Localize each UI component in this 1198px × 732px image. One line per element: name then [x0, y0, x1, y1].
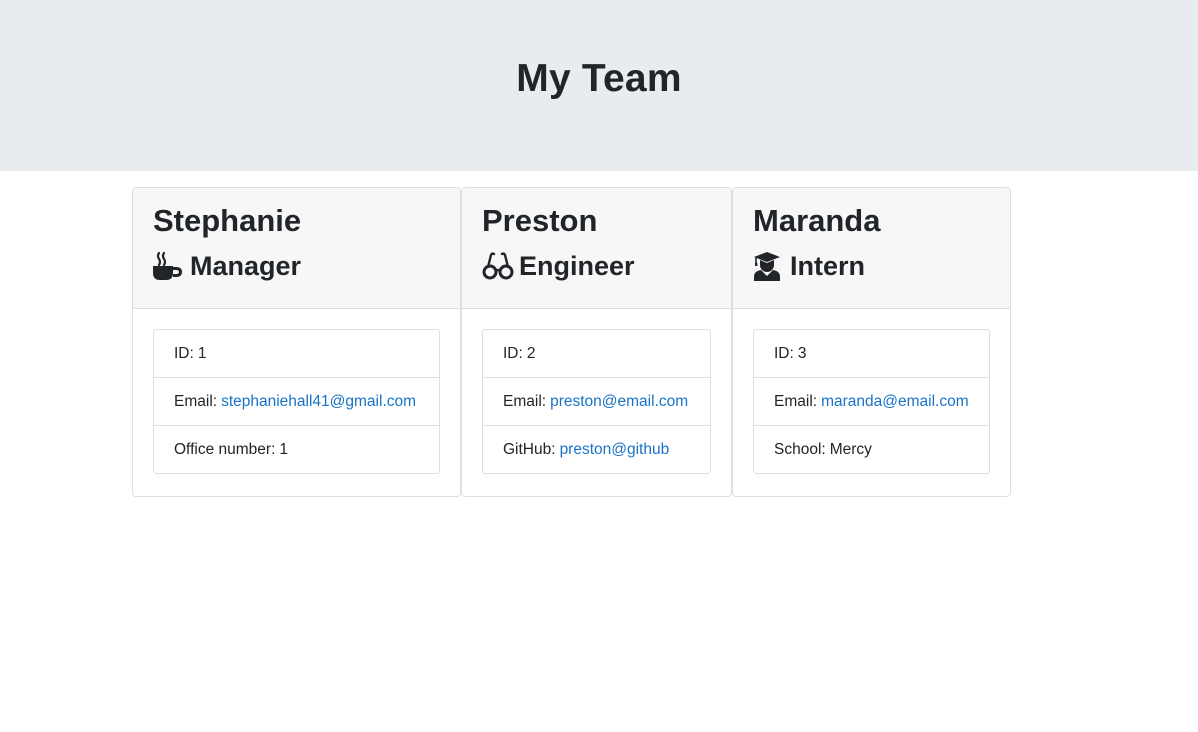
page-header: My Team	[0, 0, 1198, 171]
employee-email: Email: maranda@email.com	[754, 378, 989, 426]
employee-email: Email: preston@email.com	[483, 378, 710, 426]
github-link[interactable]: preston@github	[560, 441, 670, 459]
employee-role-label: Engineer	[519, 251, 635, 281]
employee-card-intern: Maranda Intern ID: 3 Email: maranda@emai…	[732, 187, 1011, 497]
employee-role: Manager	[153, 250, 440, 282]
employee-id: ID: 1	[154, 330, 439, 378]
employee-role: Intern	[753, 250, 990, 282]
employee-details: ID: 1 Email: stephaniehall41@gmail.com O…	[153, 329, 440, 474]
card-header: Stephanie Manager	[133, 188, 460, 309]
email-link[interactable]: stephaniehall41@gmail.com	[221, 393, 416, 411]
office-number-label: Office number:	[174, 440, 276, 458]
school-value: Mercy	[829, 440, 872, 458]
id-value: 2	[526, 344, 536, 362]
employee-details: ID: 2 Email: preston@email.com GitHub: p…	[482, 329, 711, 474]
employee-role-label: Manager	[190, 251, 302, 281]
id-value: 1	[197, 344, 207, 362]
employee-office-number: Office number: 1	[154, 426, 439, 473]
employee-details: ID: 3 Email: maranda@email.com School: M…	[753, 329, 990, 474]
card-body: ID: 3 Email: maranda@email.com School: M…	[733, 309, 1010, 494]
email-link[interactable]: maranda@email.com	[821, 393, 969, 411]
team-cards: Stephanie Manager ID: 1 Email: stephanie…	[0, 171, 1198, 732]
employee-role-label: Intern	[790, 251, 866, 281]
employee-github: GitHub: preston@github	[483, 426, 710, 473]
email-label: Email:	[174, 392, 218, 410]
employee-card-manager: Stephanie Manager ID: 1 Email: stephanie…	[132, 187, 461, 497]
card-body: ID: 1 Email: stephaniehall41@gmail.com O…	[133, 309, 460, 494]
id-label: ID:	[503, 344, 523, 362]
employee-name: Preston	[482, 203, 598, 238]
card-header: Preston Engineer	[462, 188, 731, 309]
coffee-icon	[153, 250, 185, 282]
employee-name: Maranda	[753, 203, 881, 238]
employee-id: ID: 3	[754, 330, 989, 378]
school-label: School:	[774, 440, 826, 458]
page-title: My Team	[516, 56, 682, 100]
github-label: GitHub:	[503, 440, 556, 458]
employee-id: ID: 2	[483, 330, 710, 378]
email-label: Email:	[503, 392, 547, 410]
glasses-icon	[482, 250, 514, 282]
card-body: ID: 2 Email: preston@email.com GitHub: p…	[462, 309, 731, 494]
card-header: Maranda Intern	[733, 188, 1010, 309]
id-label: ID:	[174, 344, 194, 362]
graduate-icon	[753, 250, 785, 282]
employee-card-engineer: Preston Engineer ID: 2 Email: preston@em…	[461, 187, 732, 497]
email-label: Email:	[774, 392, 818, 410]
employee-role: Engineer	[482, 250, 711, 282]
office-number-value: 1	[279, 440, 288, 458]
id-label: ID:	[774, 344, 794, 362]
id-value: 3	[797, 344, 807, 362]
employee-school: School: Mercy	[754, 426, 989, 473]
employee-name: Stephanie	[153, 203, 302, 238]
email-link[interactable]: preston@email.com	[550, 393, 688, 411]
employee-email: Email: stephaniehall41@gmail.com	[154, 378, 439, 426]
